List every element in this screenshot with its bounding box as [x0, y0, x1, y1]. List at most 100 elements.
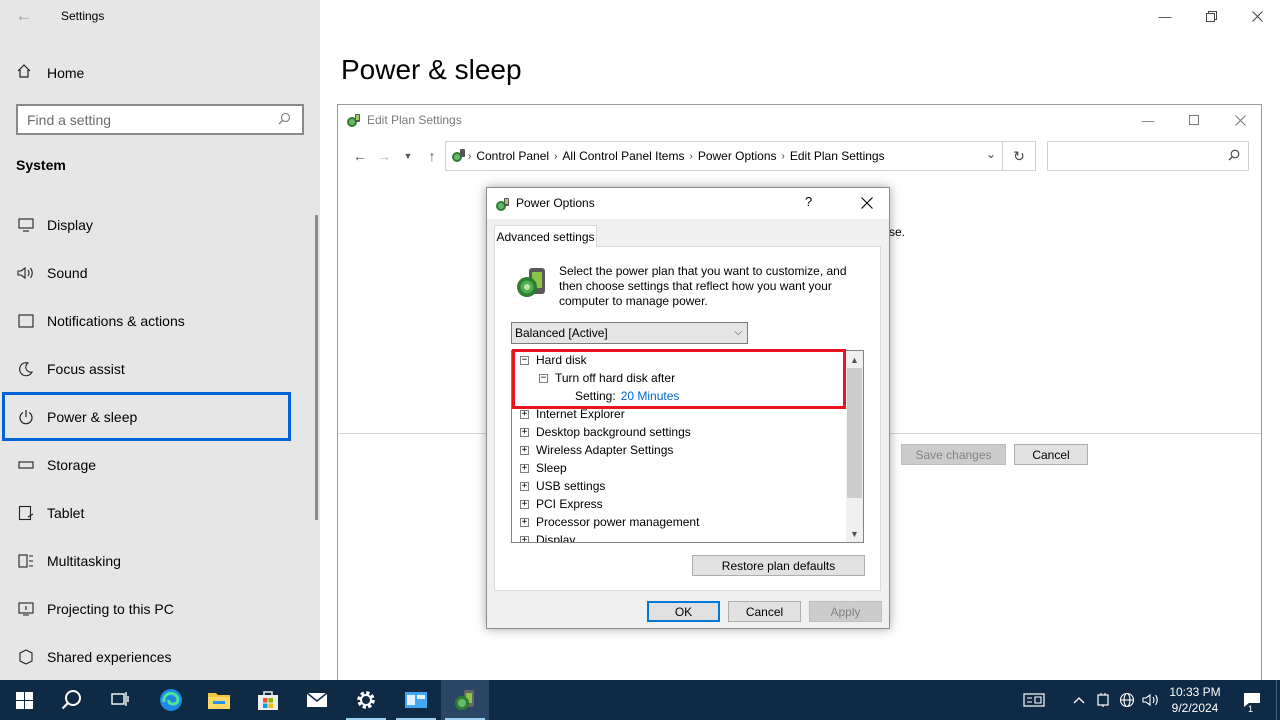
sidebar-item-multitasking[interactable]: Multitasking [2, 536, 291, 585]
breadcrumb-all-items[interactable]: All Control Panel Items [562, 149, 684, 163]
tab-advanced-settings[interactable]: Advanced settings [494, 225, 597, 247]
edit-plan-title: Edit Plan Settings [367, 113, 462, 127]
back-arrow-icon[interactable]: ← [348, 148, 372, 164]
power-options-titlebar[interactable]: Power Options ? [487, 188, 889, 219]
expand-icon[interactable]: + [520, 445, 529, 455]
expand-icon[interactable]: + [520, 427, 529, 437]
sidebar-item-tablet[interactable]: Tablet [2, 488, 291, 537]
save-changes-button[interactable]: Save changes [901, 444, 1006, 465]
settings-gear-icon[interactable] [342, 680, 390, 720]
restore-icon[interactable] [1188, 0, 1234, 32]
battery-plug-icon[interactable] [1092, 690, 1114, 710]
sidebar-item-notifications[interactable]: Notifications & actions [2, 296, 291, 345]
edit-plan-titlebar[interactable]: Edit Plan Settings — [338, 105, 1261, 135]
sidebar-item-focus-assist[interactable]: Focus assist [2, 344, 291, 393]
control-panel-icon[interactable] [392, 680, 440, 720]
tree-node-hard-disk[interactable]: − Hard disk [520, 351, 587, 369]
show-desktop-button[interactable] [1276, 680, 1280, 720]
taskbar-clock[interactable]: 10:33 PM 9/2/2024 [1166, 684, 1224, 716]
forward-arrow-icon[interactable]: → [372, 148, 396, 164]
close-icon[interactable] [1217, 105, 1263, 135]
task-view-icon[interactable] [96, 680, 144, 720]
tree-node-turn-off-hard-disk[interactable]: − Turn off hard disk after [539, 369, 675, 387]
collapse-icon[interactable]: − [520, 355, 529, 365]
recent-locations-icon[interactable]: ▼ [396, 151, 420, 161]
windows-start-icon[interactable] [0, 680, 48, 720]
close-icon[interactable] [847, 190, 887, 216]
power-options-taskbar-icon[interactable] [441, 680, 489, 720]
sidebar-item-sound[interactable]: Sound [2, 248, 291, 297]
tree-node-display[interactable]: + Display [520, 531, 575, 542]
chevron-down-icon[interactable]: ⌄ [986, 147, 996, 161]
tree-setting-row[interactable]: Setting: 20 Minutes [575, 387, 679, 405]
expand-icon[interactable]: + [520, 535, 529, 542]
sidebar-item-label: Storage [47, 456, 97, 473]
minimize-icon[interactable]: — [1142, 0, 1188, 32]
tree-node-label: Turn off hard disk after [555, 371, 676, 385]
expand-icon[interactable]: + [520, 481, 529, 491]
sidebar-item-display[interactable]: Display [2, 200, 291, 249]
tree-node-sleep[interactable]: + Sleep [520, 459, 567, 477]
sidebar-scrollbar[interactable] [315, 215, 318, 520]
tree-node-internet-explorer[interactable]: + Internet Explorer [520, 405, 625, 423]
expand-icon[interactable]: + [520, 517, 529, 527]
power-settings-tree[interactable]: − Hard disk − Turn off hard disk after S… [511, 350, 864, 543]
search-input[interactable] [18, 111, 278, 128]
tree-node-processor-power[interactable]: + Processor power management [520, 513, 699, 531]
power-options-icon [346, 112, 362, 128]
sidebar-item-shared-experiences[interactable]: Shared experiences [2, 632, 291, 681]
expand-icon[interactable]: + [520, 463, 529, 473]
sidebar-item-storage[interactable]: Storage [2, 440, 291, 489]
mail-icon[interactable] [293, 680, 341, 720]
sidebar-item-label: Tablet [47, 504, 85, 521]
scrollbar-thumb[interactable] [847, 368, 862, 498]
tree-node-wireless-adapter[interactable]: + Wireless Adapter Settings [520, 441, 673, 459]
expand-icon[interactable]: + [520, 409, 529, 419]
sidebar-item-power-sleep[interactable]: Power & sleep [2, 392, 291, 441]
restore-plan-defaults-button[interactable]: Restore plan defaults [692, 555, 865, 576]
tree-node-usb-settings[interactable]: + USB settings [520, 477, 605, 495]
control-panel-search[interactable] [1047, 141, 1249, 171]
breadcrumb-control-panel[interactable]: Control Panel [476, 149, 549, 163]
back-arrow-icon[interactable]: ← [10, 4, 38, 28]
breadcrumb-power-options[interactable]: Power Options [698, 149, 777, 163]
minimize-icon[interactable]: — [1125, 105, 1171, 135]
maximize-icon[interactable] [1171, 105, 1217, 135]
power-plan-select[interactable]: Balanced [Active] ⌵ [511, 322, 748, 344]
ok-button[interactable]: OK [647, 601, 720, 622]
close-icon[interactable] [1234, 0, 1280, 32]
sidebar-item-label: Display [47, 216, 93, 233]
expand-icon[interactable]: + [520, 499, 529, 509]
chevron-up-icon[interactable] [1068, 690, 1090, 710]
scroll-up-icon[interactable]: ▲ [846, 351, 863, 368]
search-icon[interactable] [48, 680, 96, 720]
microsoft-store-icon[interactable] [244, 680, 292, 720]
sidebar-item-projecting[interactable]: Projecting to this PC [2, 584, 291, 633]
volume-icon[interactable] [1140, 690, 1162, 710]
up-arrow-icon[interactable]: ↑ [420, 148, 444, 164]
edge-browser-icon[interactable] [147, 680, 195, 720]
breadcrumb-edit-plan[interactable]: Edit Plan Settings [790, 149, 885, 163]
keyboard-layout-icon[interactable] [1023, 690, 1045, 710]
tree-node-desktop-background[interactable]: + Desktop background settings [520, 423, 691, 441]
home-nav-item[interactable]: Home [16, 62, 84, 84]
setting-value-link[interactable]: 20 Minutes [621, 389, 680, 403]
cancel-button[interactable]: Cancel [728, 601, 801, 622]
address-bar[interactable]: › Control Panel › All Control Panel Item… [445, 141, 1003, 171]
search-icon [1228, 149, 1240, 164]
tree-node-pci-express[interactable]: + PCI Express [520, 495, 603, 513]
tree-scrollbar[interactable]: ▲ ▼ [846, 351, 863, 542]
network-globe-icon[interactable] [1116, 690, 1138, 710]
apply-button[interactable]: Apply [809, 601, 882, 622]
collapse-icon[interactable]: − [539, 373, 548, 383]
scroll-down-icon[interactable]: ▼ [846, 525, 863, 542]
power-plan-description: Select the power plan that you want to c… [559, 264, 847, 308]
search-icon [278, 112, 302, 128]
cancel-button[interactable]: Cancel [1014, 444, 1088, 465]
action-center-icon[interactable] [1232, 680, 1272, 720]
clock-time: 10:33 PM [1169, 685, 1221, 699]
help-icon[interactable]: ? [805, 194, 812, 209]
file-explorer-icon[interactable] [195, 680, 243, 720]
find-setting-search[interactable] [16, 104, 304, 135]
refresh-icon[interactable]: ↻ [1003, 141, 1036, 171]
